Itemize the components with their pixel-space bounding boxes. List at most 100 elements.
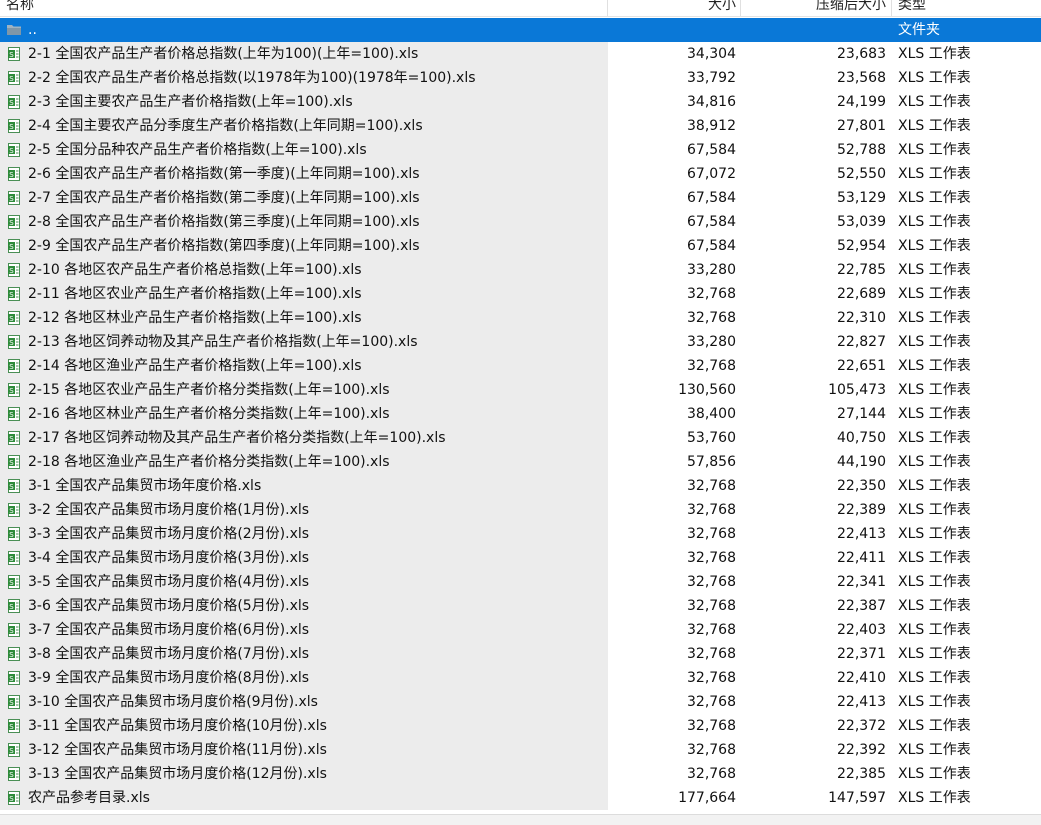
file-name: 2-9 全国农产品生产者价格指数(第四季度)(上年同期=100).xls xyxy=(28,238,420,254)
file-compressed-size: 22,371 xyxy=(837,646,886,662)
spreadsheet-file-icon: S xyxy=(8,455,20,469)
file-row[interactable]: S 2-10 各地区农产品生产者价格总指数(上年=100).xls 33,280 22… xyxy=(0,258,1041,282)
file-name: 2-14 各地区渔业产品生产者价格指数(上年=100).xls xyxy=(28,358,362,374)
file-compressed-size: 22,389 xyxy=(837,502,886,518)
file-row[interactable]: S 3-13 全国农产品集贸市场月度价格(12月份).xls 32,768 22,38… xyxy=(0,762,1041,786)
file-row[interactable]: S 2-9 全国农产品生产者价格指数(第四季度)(上年同期=100).xls 67,… xyxy=(0,234,1041,258)
file-size: 34,816 xyxy=(687,94,736,110)
svg-text:S: S xyxy=(9,75,14,83)
file-compressed-size: 23,568 xyxy=(837,70,886,86)
file-row[interactable]: S 2-18 各地区渔业产品生产者价格分类指数(上年=100).xls 57,856… xyxy=(0,450,1041,474)
svg-text:S: S xyxy=(9,531,14,539)
file-compressed-size: 22,341 xyxy=(837,574,886,590)
file-type: XLS 工作表 xyxy=(898,574,971,590)
spreadsheet-file-icon: S xyxy=(8,239,20,253)
file-row[interactable]: S 3-1 全国农产品集贸市场年度价格.xls 32,768 22,350 XLS 工作… xyxy=(0,474,1041,498)
file-size: 33,792 xyxy=(687,70,736,86)
svg-text:S: S xyxy=(9,147,14,155)
file-row[interactable]: S 3-4 全国农产品集贸市场月度价格(3月份).xls 32,768 22,411 X… xyxy=(0,546,1041,570)
file-row[interactable]: S 3-11 全国农产品集贸市场月度价格(10月份).xls 32,768 22,37… xyxy=(0,714,1041,738)
file-row[interactable]: S 2-12 各地区林业产品生产者价格指数(上年=100).xls 32,768 22… xyxy=(0,306,1041,330)
file-row[interactable]: S 2-6 全国农产品生产者价格指数(第一季度)(上年同期=100).xls 67,… xyxy=(0,162,1041,186)
spreadsheet-file-icon: S xyxy=(8,527,20,541)
file-row[interactable]: S 3-10 全国农产品集贸市场月度价格(9月份).xls 32,768 22,413… xyxy=(0,690,1041,714)
file-compressed-size: 52,788 xyxy=(837,142,886,158)
file-row[interactable]: S 3-12 全国农产品集贸市场月度价格(11月份).xls 32,768 22,39… xyxy=(0,738,1041,762)
column-divider[interactable] xyxy=(891,0,892,16)
svg-text:S: S xyxy=(9,603,14,611)
file-row[interactable]: S 2-11 各地区农业产品生产者价格指数(上年=100).xls 32,768 22… xyxy=(0,282,1041,306)
column-header-type[interactable]: 类型 xyxy=(898,0,926,16)
file-compressed-size: 22,372 xyxy=(837,718,886,734)
file-type: XLS 工作表 xyxy=(898,118,971,134)
file-name: 2-16 各地区林业产品生产者价格分类指数(上年=100).xls xyxy=(28,406,390,422)
file-name: 3-7 全国农产品集贸市场月度价格(6月份).xls xyxy=(28,622,310,638)
svg-text:S: S xyxy=(9,267,14,275)
svg-text:S: S xyxy=(9,411,14,419)
file-row[interactable]: S 3-8 全国农产品集贸市场月度价格(7月份).xls 32,768 22,371 X… xyxy=(0,642,1041,666)
file-row[interactable]: S 3-3 全国农产品集贸市场月度价格(2月份).xls 32,768 22,413 X… xyxy=(0,522,1041,546)
file-compressed-size: 22,310 xyxy=(837,310,886,326)
file-size: 67,584 xyxy=(687,142,736,158)
spreadsheet-file-icon: S xyxy=(8,791,20,805)
file-size: 32,768 xyxy=(687,694,736,710)
file-size: 32,768 xyxy=(687,502,736,518)
file-compressed-size: 22,392 xyxy=(837,742,886,758)
svg-text:S: S xyxy=(9,555,14,563)
file-type: XLS 工作表 xyxy=(898,70,971,86)
parent-folder-name: .. xyxy=(28,22,37,38)
parent-folder-type: 文件夹 xyxy=(898,22,940,38)
file-row[interactable]: S 3-2 全国农产品集贸市场月度价格(1月份).xls 32,768 22,389 X… xyxy=(0,498,1041,522)
file-type: XLS 工作表 xyxy=(898,214,971,230)
file-compressed-size: 44,190 xyxy=(837,454,886,470)
file-size: 57,856 xyxy=(687,454,736,470)
file-type: XLS 工作表 xyxy=(898,478,971,494)
file-row[interactable]: S 3-9 全国农产品集贸市场月度价格(8月份).xls 32,768 22,410 X… xyxy=(0,666,1041,690)
file-size: 32,768 xyxy=(687,646,736,662)
file-row[interactable]: S 2-3 全国主要农产品生产者价格指数(上年=100).xls 34,816 24,… xyxy=(0,90,1041,114)
file-size: 67,072 xyxy=(687,166,736,182)
spreadsheet-file-icon: S xyxy=(8,719,20,733)
file-type: XLS 工作表 xyxy=(898,430,971,446)
file-row[interactable]: S 2-2 全国农产品生产者价格总指数(以1978年为100)(1978年=100… xyxy=(0,66,1041,90)
spreadsheet-file-icon: S xyxy=(8,119,20,133)
file-row[interactable]: S 2-4 全国主要农产品分季度生产者价格指数(上年同期=100).xls 38,9… xyxy=(0,114,1041,138)
file-name: 2-10 各地区农产品生产者价格总指数(上年=100).xls xyxy=(28,262,362,278)
file-row[interactable]: S 2-8 全国农产品生产者价格指数(第三季度)(上年同期=100).xls 67,… xyxy=(0,210,1041,234)
file-compressed-size: 22,410 xyxy=(837,670,886,686)
file-row[interactable]: S 2-13 各地区饲养动物及其产品生产者价格指数(上年=100).xls 33,2… xyxy=(0,330,1041,354)
parent-folder-row[interactable]: .. 文件夹 xyxy=(0,18,1041,42)
file-type: XLS 工作表 xyxy=(898,262,971,278)
file-row[interactable]: S 2-5 全国分品种农产品生产者价格指数(上年=100).xls 67,584 52… xyxy=(0,138,1041,162)
svg-text:S: S xyxy=(9,99,14,107)
spreadsheet-file-icon: S xyxy=(8,215,20,229)
file-row[interactable]: S 2-15 各地区农业产品生产者价格分类指数(上年=100).xls 130,56… xyxy=(0,378,1041,402)
svg-text:S: S xyxy=(9,795,14,803)
file-type: XLS 工作表 xyxy=(898,286,971,302)
file-row[interactable]: S 农产品参考目录.xls 177,664 147,597 XLS 工作表 xyxy=(0,786,1041,810)
column-header-compressed-size[interactable]: 压缩后大小 xyxy=(741,0,886,16)
horizontal-scrollbar[interactable] xyxy=(0,814,1041,825)
file-row[interactable]: S 3-6 全国农产品集贸市场月度价格(5月份).xls 32,768 22,387 X… xyxy=(0,594,1041,618)
file-type: XLS 工作表 xyxy=(898,190,971,206)
spreadsheet-file-icon: S xyxy=(8,671,20,685)
spreadsheet-file-icon: S xyxy=(8,359,20,373)
folder-icon xyxy=(7,25,21,35)
spreadsheet-file-icon: S xyxy=(8,191,20,205)
file-row[interactable]: S 3-5 全国农产品集贸市场月度价格(4月份).xls 32,768 22,341 X… xyxy=(0,570,1041,594)
file-row[interactable]: S 3-7 全国农产品集贸市场月度价格(6月份).xls 32,768 22,403 X… xyxy=(0,618,1041,642)
column-header-name[interactable]: 名称 xyxy=(6,0,34,16)
file-row[interactable]: S 2-7 全国农产品生产者价格指数(第二季度)(上年同期=100).xls 67,… xyxy=(0,186,1041,210)
file-row[interactable]: S 2-17 各地区饲养动物及其产品生产者价格分类指数(上年=100).xls 53… xyxy=(0,426,1041,450)
svg-text:S: S xyxy=(9,723,14,731)
file-row[interactable]: S 2-14 各地区渔业产品生产者价格指数(上年=100).xls 32,768 22… xyxy=(0,354,1041,378)
column-header-size[interactable]: 大小 xyxy=(608,0,736,16)
file-row[interactable]: S 2-16 各地区林业产品生产者价格分类指数(上年=100).xls 38,400… xyxy=(0,402,1041,426)
file-compressed-size: 22,689 xyxy=(837,286,886,302)
spreadsheet-file-icon: S xyxy=(8,311,20,325)
file-row[interactable]: S 2-1 全国农产品生产者价格总指数(上年为100)(上年=100).xls 34… xyxy=(0,42,1041,66)
file-name: 2-8 全国农产品生产者价格指数(第三季度)(上年同期=100).xls xyxy=(28,214,420,230)
file-size: 67,584 xyxy=(687,238,736,254)
file-compressed-size: 22,651 xyxy=(837,358,886,374)
svg-text:S: S xyxy=(9,507,14,515)
